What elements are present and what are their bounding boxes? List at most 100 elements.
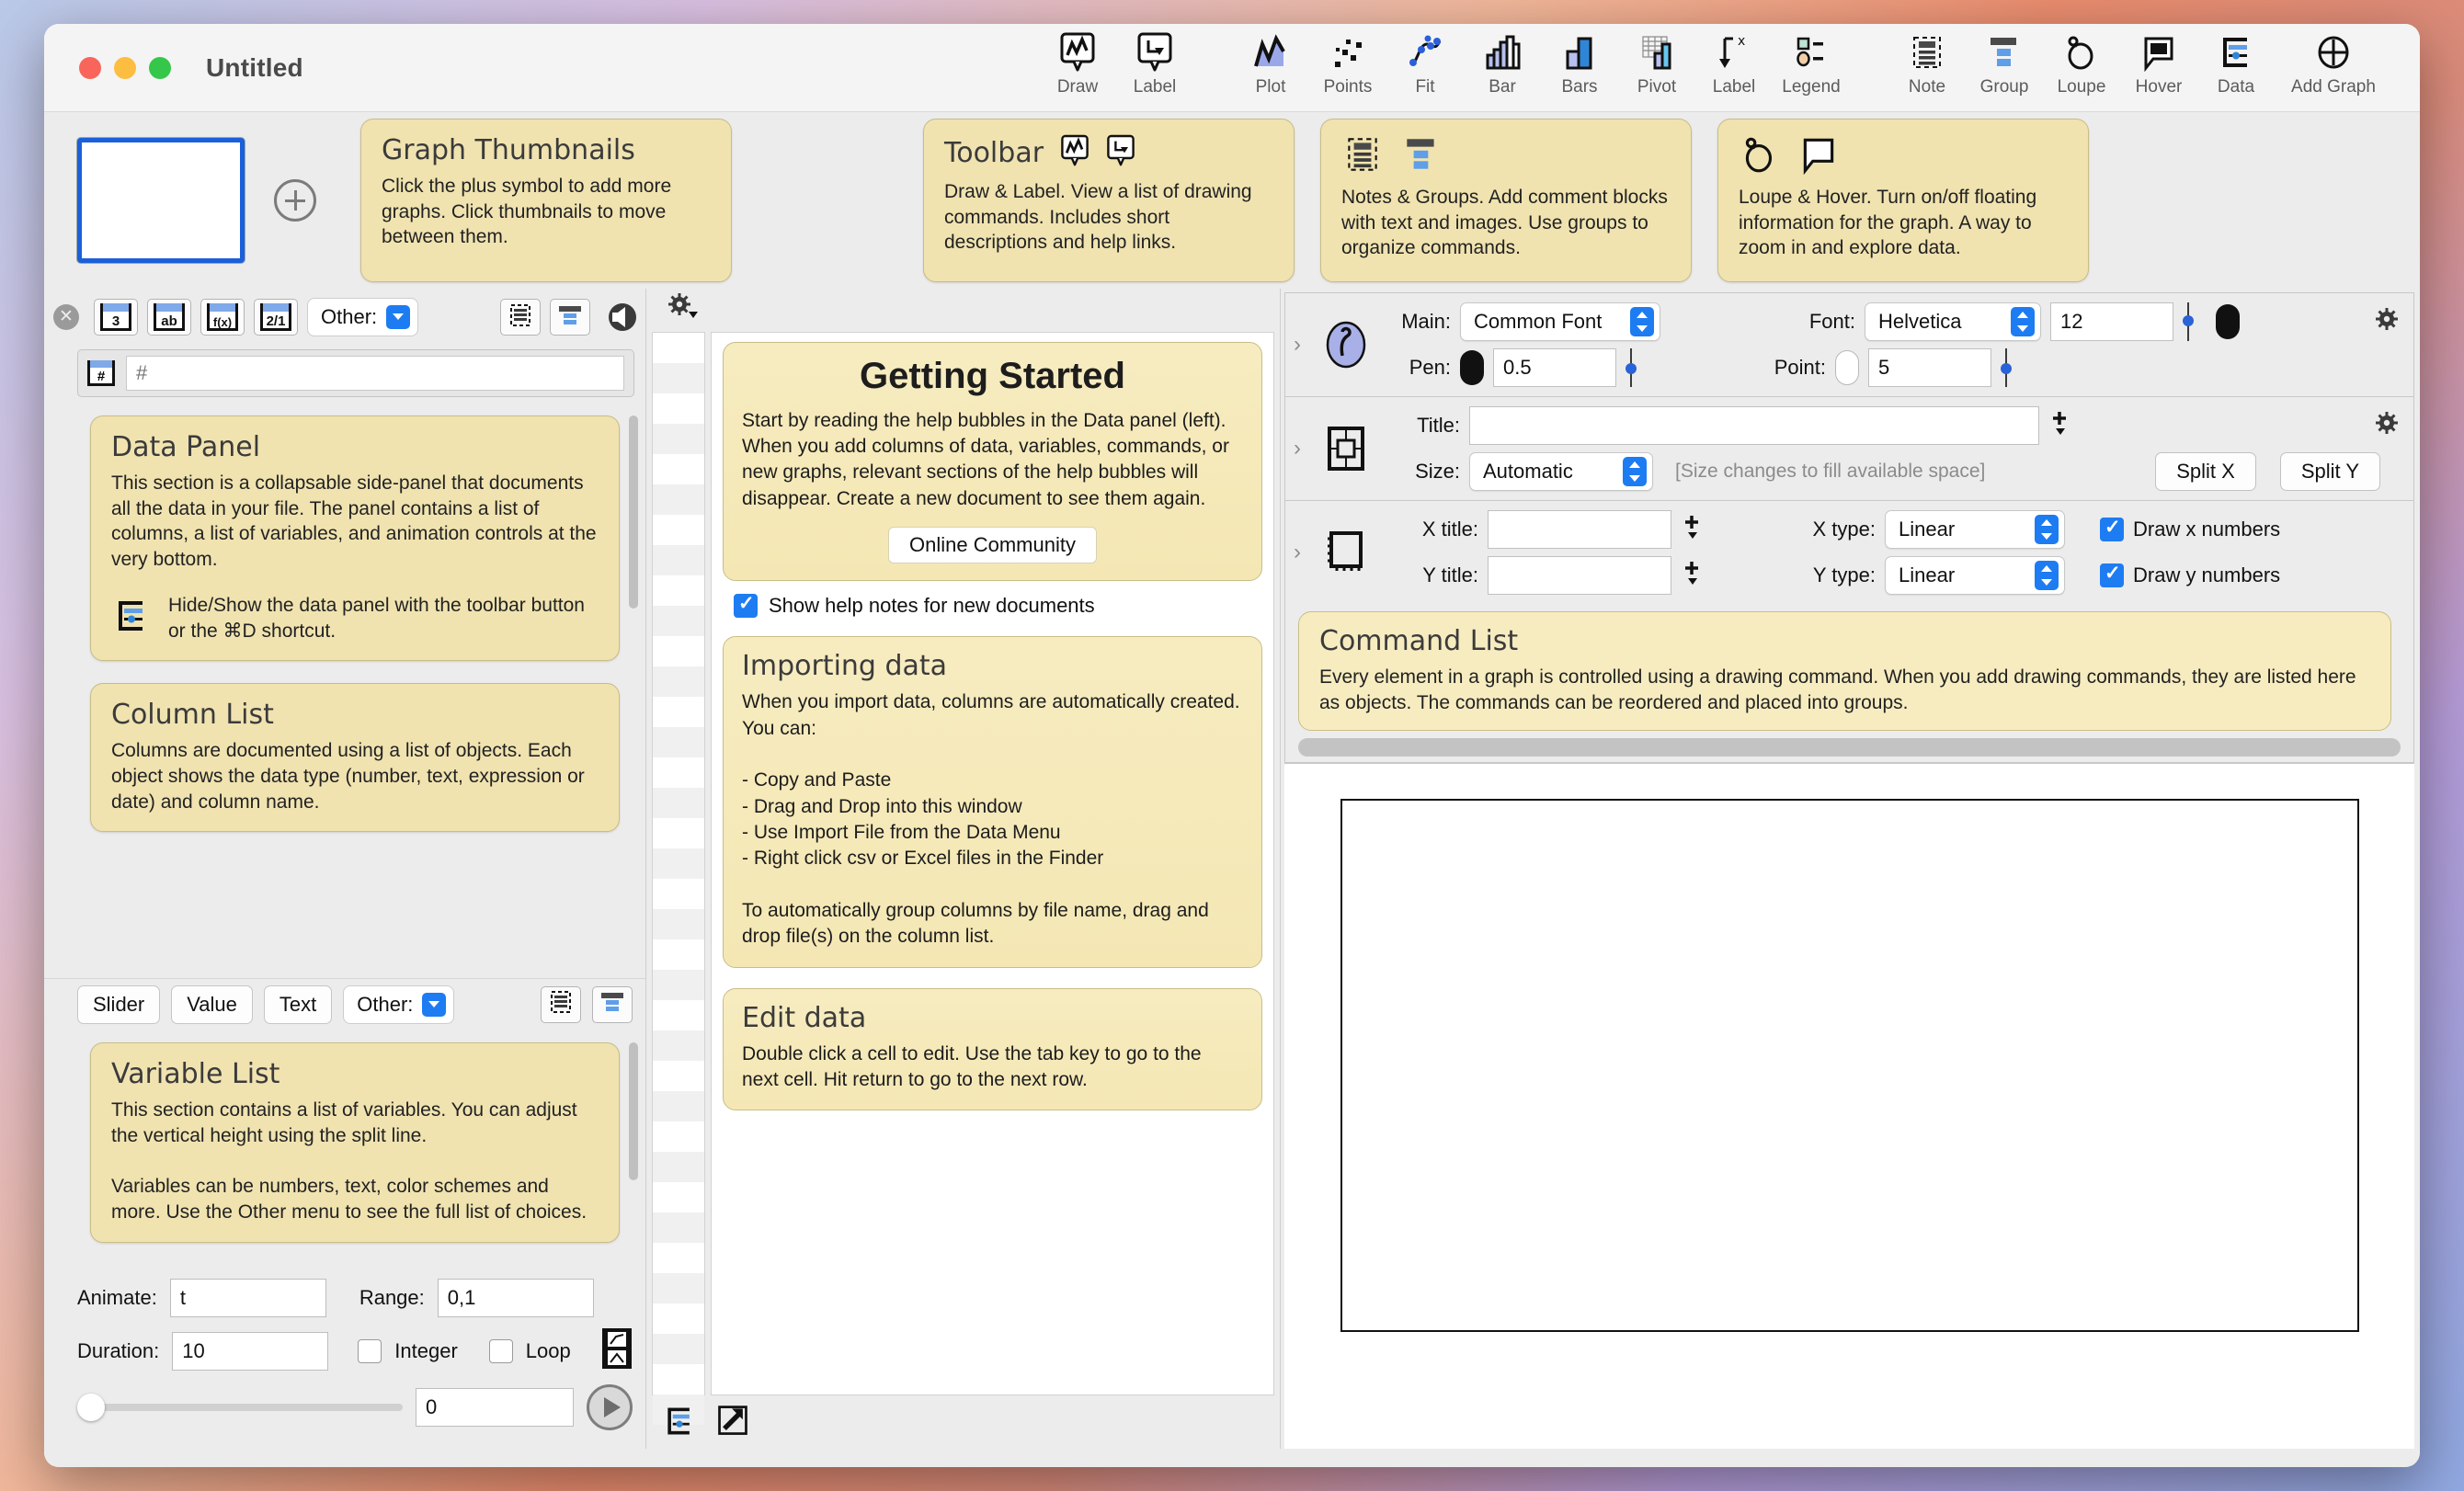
close-window-button[interactable]: [79, 56, 101, 79]
size-label: Size:: [1415, 460, 1460, 483]
list-view-button[interactable]: [500, 299, 541, 336]
graph-canvas[interactable]: [1340, 799, 2359, 1333]
online-community-button[interactable]: Online Community: [888, 527, 1097, 564]
toolbar-button-points[interactable]: Points: [1309, 29, 1386, 107]
disclosure-triangle-icon[interactable]: ›: [1285, 540, 1309, 565]
toolbar-button-draw[interactable]: Draw: [1039, 29, 1116, 107]
add-x-title-token-icon[interactable]: [1681, 514, 1706, 545]
help-bubble-command-list: Command List Every element in a graph is…: [1298, 611, 2391, 732]
point-color-swatch[interactable]: [1835, 350, 1859, 385]
column-list-scroll-area[interactable]: Data Panel This section is a collapsable…: [77, 403, 645, 978]
toolbar-button-loupe[interactable]: Loupe: [2043, 29, 2120, 107]
add-fraction-column-button[interactable]: 2/1: [254, 299, 298, 336]
add-expression-column-button[interactable]: f(x): [200, 299, 245, 336]
font-popup[interactable]: Helvetica: [1865, 302, 2041, 341]
column-list-scrollbar[interactable]: [629, 415, 638, 971]
graph-thumbnail[interactable]: [77, 138, 245, 263]
pen-width-input[interactable]: 0.5: [1493, 348, 1616, 387]
toolbar-button-pivot[interactable]: Pivot: [1618, 29, 1695, 107]
expand-panel-icon[interactable]: [714, 1404, 751, 1443]
gear-icon[interactable]: [2373, 306, 2401, 336]
toolbar-button-bar[interactable]: Bar: [1464, 29, 1541, 107]
zoom-window-button[interactable]: [149, 56, 171, 79]
toolbar-button-group[interactable]: Group: [1966, 29, 2043, 107]
animation-slider[interactable]: [77, 1394, 403, 1421]
toolbar-button-plot[interactable]: Plot: [1232, 29, 1309, 107]
variable-list-scroll-area[interactable]: Variable List This section contains a li…: [77, 1030, 645, 1273]
data-panel-icon[interactable]: [661, 1404, 698, 1443]
help-bubble-title: Variable List: [111, 1058, 280, 1090]
add-slider-variable-button[interactable]: Slider: [77, 985, 161, 1024]
command-list-horizontal-scrollbar[interactable]: [1298, 738, 2401, 757]
font-size-input[interactable]: 12: [2050, 302, 2173, 341]
group-view-button[interactable]: [550, 299, 590, 336]
help-bubble-variable-list: Variable List This section contains a li…: [90, 1042, 620, 1243]
point-size-slider[interactable]: [2001, 348, 2012, 387]
help-bubble-body: Notes & Groups. Add comment blocks with …: [1341, 187, 1668, 259]
toolbar-button-add-graph[interactable]: Add Graph: [2275, 29, 2392, 107]
film-strip-icon[interactable]: [599, 1326, 635, 1375]
column-name-input[interactable]: [126, 356, 624, 391]
add-title-token-icon[interactable]: [2048, 410, 2074, 441]
font-color-swatch[interactable]: [2216, 304, 2240, 339]
loop-checkbox[interactable]: [488, 1338, 513, 1363]
add-graph-thumbnail-button[interactable]: [274, 179, 316, 222]
graph-canvas-area[interactable]: [1284, 763, 2414, 1449]
toolbar-button-fit[interactable]: Fit: [1386, 29, 1464, 107]
main-popup[interactable]: Common Font: [1460, 302, 1660, 341]
split-x-button[interactable]: Split X: [2155, 452, 2256, 491]
stepper-icon: [1630, 307, 1654, 336]
size-popup[interactable]: Automatic: [1469, 452, 1653, 491]
range-input[interactable]: [437, 1279, 594, 1317]
y-type-popup[interactable]: Linear: [1885, 556, 2065, 595]
integer-checkbox[interactable]: [358, 1338, 382, 1363]
y-title-input[interactable]: [1488, 556, 1671, 595]
draw-y-numbers-checkbox[interactable]: [2100, 562, 2124, 587]
hover-callout-icon: [2139, 29, 2179, 75]
variable-list-scrollbar[interactable]: [629, 1042, 638, 1266]
gear-icon[interactable]: [2373, 410, 2401, 440]
pen-color-swatch[interactable]: [1460, 350, 1484, 385]
animate-variable-input[interactable]: [169, 1279, 326, 1317]
toolbar-button-legend[interactable]: Legend: [1773, 29, 1850, 107]
edit-data-note: Edit data Double click a cell to edit. U…: [723, 987, 1262, 1111]
gear-icon[interactable]: [667, 292, 698, 324]
column-other-menu[interactable]: Other:: [307, 298, 419, 336]
show-help-notes-checkbox[interactable]: [734, 592, 758, 619]
draw-x-numbers-checkbox[interactable]: [2100, 516, 2124, 541]
add-text-variable-button[interactable]: Text: [263, 985, 333, 1024]
toolbar-button-label[interactable]: Label: [1116, 29, 1193, 107]
minimize-window-button[interactable]: [114, 56, 136, 79]
spreadsheet-notes-column[interactable]: Getting Started Start by reading the hel…: [711, 331, 1274, 1395]
animation-value-input[interactable]: [416, 1388, 574, 1427]
add-text-column-button[interactable]: ab: [147, 299, 191, 336]
animation-slider-knob[interactable]: [77, 1394, 105, 1421]
point-size-input[interactable]: 5: [1868, 348, 1991, 387]
variable-group-view-button[interactable]: [592, 985, 633, 1023]
graph-title-input[interactable]: [1469, 406, 2039, 445]
toolbar-button-bars[interactable]: Bars: [1541, 29, 1618, 107]
x-type-popup[interactable]: Linear: [1885, 510, 2065, 549]
toolbar-button-axis-label[interactable]: x Label: [1695, 29, 1773, 107]
duration-input[interactable]: [172, 1331, 329, 1371]
variable-list-view-button[interactable]: [541, 985, 581, 1023]
add-y-title-token-icon[interactable]: [1681, 560, 1706, 591]
pen-width-slider[interactable]: [1626, 348, 1637, 387]
play-animation-button[interactable]: [587, 1384, 633, 1430]
toolbar-button-hover[interactable]: Hover: [2120, 29, 2197, 107]
disclosure-triangle-icon[interactable]: ›: [1285, 436, 1309, 461]
close-icon[interactable]: ✕: [53, 304, 79, 330]
toolbar-button-note[interactable]: Note: [1888, 29, 1966, 107]
add-value-variable-button[interactable]: Value: [171, 985, 253, 1024]
x-title-input[interactable]: [1488, 510, 1671, 549]
help-bubble-note: Hide/Show the data panel with the toolba…: [168, 594, 585, 642]
spreadsheet-row-numbers[interactable]: [652, 331, 705, 1425]
variable-other-menu[interactable]: Other:: [343, 985, 455, 1024]
speaker-icon[interactable]: [599, 301, 645, 334]
font-size-slider[interactable]: [2183, 302, 2194, 341]
toolbar-button-data[interactable]: Data: [2197, 29, 2275, 107]
add-number-column-button[interactable]: 3: [94, 299, 138, 336]
disclosure-triangle-icon[interactable]: ›: [1285, 332, 1309, 358]
split-y-button[interactable]: Split Y: [2279, 452, 2380, 491]
getting-started-title: Getting Started: [860, 355, 1125, 396]
